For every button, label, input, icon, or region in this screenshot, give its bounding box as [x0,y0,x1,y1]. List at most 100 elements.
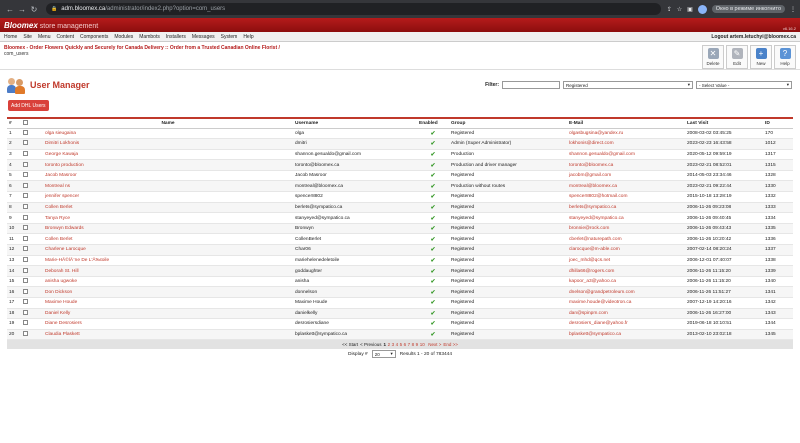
row-checkbox[interactable] [23,182,28,188]
row-select[interactable] [21,265,43,277]
row-select[interactable] [21,329,43,341]
menu-item-system[interactable]: System [221,34,238,40]
row-email-link[interactable]: toronto@bloomex.ca [567,159,685,171]
enabled-check-icon[interactable]: ✔ [430,194,435,200]
row-enabled[interactable]: ✔ [417,308,449,320]
table-row[interactable]: 18 Daniel Kelly danielkelly ✔ Registered dan@… [7,308,793,320]
row-select[interactable] [21,170,43,182]
row-checkbox[interactable] [23,129,28,135]
row-email-link[interactable]: berlets@sympatico.ca [567,202,685,214]
table-row[interactable]: 16 Don Dickson donnelson ✔ Registered dnelson… [7,286,793,298]
row-email-link[interactable]: desrosiers_diane@yahoo.fr [567,318,685,330]
row-select[interactable] [21,159,43,171]
row-email-link[interactable]: spencer8802@hotmail.com [567,191,685,203]
row-name-link[interactable]: Charlene Larocque [43,244,293,256]
row-name-link[interactable]: Don Dickson [43,286,293,298]
display-count-select[interactable]: 20 ▾ [371,350,396,359]
row-email-link[interactable]: lokhonis@direct.com [567,138,685,150]
breadcrumb-site[interactable]: Bloomex - Order Flowers Quickly and Secu… [4,45,280,51]
row-email-link[interactable]: jacobm@gmail.com [567,170,685,182]
group-select[interactable]: Registered ▾ [563,81,693,89]
enabled-check-icon[interactable]: ✔ [430,226,435,232]
row-enabled[interactable]: ✔ [417,329,449,341]
select-all-checkbox[interactable] [23,119,28,125]
table-row[interactable]: 5 Jacob Masroor Jacob Masroor ✔ Registered ja… [7,170,793,182]
row-email-link[interactable]: montreal@bloomex.ca [567,180,685,193]
row-enabled[interactable]: ✔ [417,265,449,277]
row-checkbox[interactable] [23,203,28,209]
row-enabled[interactable]: ✔ [417,180,449,193]
enabled-check-icon[interactable]: ✔ [430,311,435,317]
enabled-check-icon[interactable]: ✔ [430,141,435,147]
enabled-check-icon[interactable]: ✔ [430,332,435,338]
menu-item-site[interactable]: Site [23,34,32,40]
row-email-link[interactable]: clarocque@m-able.com [567,244,685,256]
row-enabled[interactable]: ✔ [417,318,449,330]
share-icon[interactable]: ⇪ [667,6,672,13]
row-checkbox[interactable] [23,235,28,241]
menu-item-modules[interactable]: Modules [114,34,133,40]
row-email-link[interactable]: dhilla66@rogers.com [567,265,685,277]
row-checkbox[interactable] [23,214,28,220]
row-select[interactable] [21,276,43,288]
enabled-check-icon[interactable]: ✔ [430,279,435,285]
row-select[interactable] [21,286,43,298]
row-email-link[interactable]: dnelson@grandpetroleum.com [567,286,685,298]
row-name-link[interactable]: olga sieugaina [43,128,293,140]
delete-button[interactable]: ✕ Delete [702,45,724,69]
row-select[interactable] [21,212,43,224]
pager-page-2[interactable]: 2 [388,342,391,347]
row-select[interactable] [21,255,43,267]
row-enabled[interactable]: ✔ [417,170,449,182]
reload-icon[interactable]: ↻ [28,5,40,14]
col-name[interactable]: Name [43,117,293,129]
table-row[interactable]: 7 jennifer spencer spencer8802 ✔ Registered s… [7,191,793,203]
menu-item-home[interactable]: Home [4,34,17,40]
row-select[interactable] [21,308,43,320]
row-enabled[interactable]: ✔ [417,297,449,309]
logout-link[interactable]: Logout artem.letuchyi@bloomex.ca [711,34,796,40]
row-checkbox[interactable] [23,193,28,199]
enabled-check-icon[interactable]: ✔ [430,184,435,190]
row-checkbox[interactable] [23,320,28,326]
enabled-check-icon[interactable]: ✔ [430,321,435,327]
menu-item-help[interactable]: Help [243,34,253,40]
row-name-link[interactable]: Tanya Ryce [43,212,293,224]
value-select[interactable]: - Select Value - ▾ [696,81,792,89]
table-row[interactable]: 15 anisha ugwoke anisha ✔ Registered kapoor_a… [7,276,793,288]
row-checkbox[interactable] [23,256,28,262]
row-email-link[interactable]: joec_mhd@qcs.net [567,255,685,267]
row-name-link[interactable]: Deborah St. Hill [43,265,293,277]
menu-item-content[interactable]: Content [56,34,74,40]
row-email-link[interactable]: dan@spinpm.com [567,308,685,320]
row-name-link[interactable]: Montreal ns [43,180,293,193]
enabled-check-icon[interactable]: ✔ [430,173,435,179]
row-checkbox[interactable] [23,172,28,178]
menu-dots-icon[interactable]: ⋮ [790,6,796,13]
col-select-all[interactable] [21,117,43,129]
col-email[interactable]: E-Mail [567,117,685,129]
row-select[interactable] [21,191,43,203]
col-group[interactable]: Group [449,117,567,129]
row-name-link[interactable]: Collen Berlet [43,233,293,246]
row-enabled[interactable]: ✔ [417,128,449,140]
row-select[interactable] [21,244,43,256]
row-select[interactable] [21,297,43,309]
row-name-link[interactable]: Diane Desrosiers [43,318,293,330]
row-enabled[interactable]: ✔ [417,191,449,203]
enabled-check-icon[interactable]: ✔ [430,258,435,264]
table-row[interactable]: 8 Collen Berlet berlets@sympatico.ca ✔ Regis… [7,202,793,214]
table-row[interactable]: 2 Dimitri Lokhonis dmitri ✔ Admin (Super Adm… [7,138,793,150]
table-row[interactable]: 12 Charlene Larocque Char06 ✔ Registered clar… [7,244,793,256]
menu-item-mambots[interactable]: Mambots [139,34,160,40]
enabled-check-icon[interactable]: ✔ [430,269,435,275]
row-name-link[interactable]: Bronwyn Edwards [43,223,293,235]
row-enabled[interactable]: ✔ [417,255,449,267]
row-checkbox[interactable] [23,288,28,294]
row-enabled[interactable]: ✔ [417,149,449,161]
table-row[interactable]: 11 Collen Berlet CollenBerlet ✔ Registered cb… [7,233,793,246]
row-select[interactable] [21,149,43,161]
row-enabled[interactable]: ✔ [417,276,449,288]
address-bar[interactable]: 🔒 adm.bloomex.ca/administrator/index2.ph… [46,3,661,15]
menu-item-components[interactable]: Components [80,34,108,40]
